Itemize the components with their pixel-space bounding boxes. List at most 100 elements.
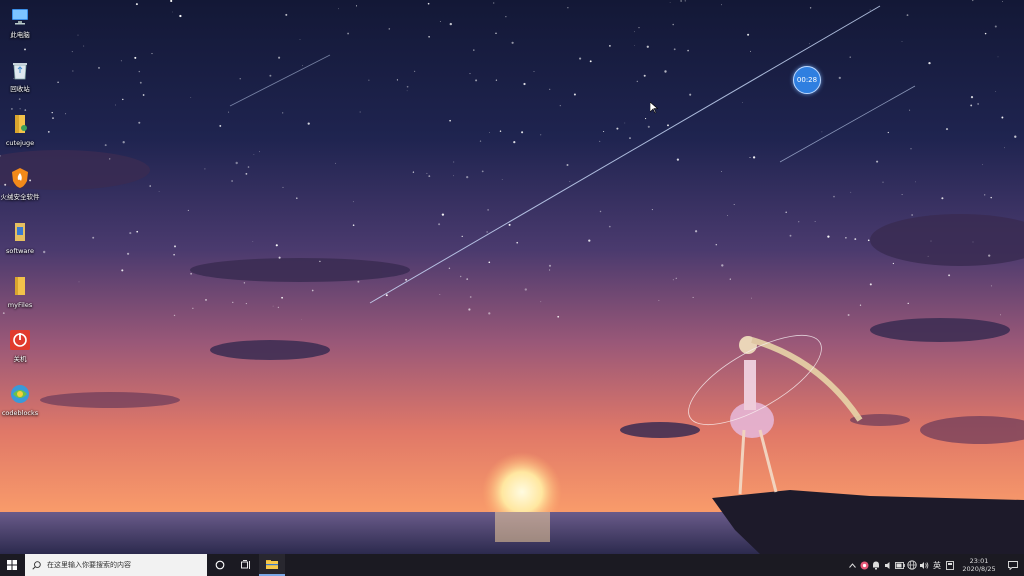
star <box>849 56 851 58</box>
star <box>854 238 857 241</box>
star <box>540 134 542 136</box>
star <box>448 267 451 270</box>
star <box>814 221 816 222</box>
desktop-icon-software[interactable]: software <box>0 220 40 268</box>
star <box>729 278 731 280</box>
star <box>733 203 735 206</box>
star <box>453 161 455 163</box>
star <box>461 235 463 237</box>
star <box>412 171 415 173</box>
star <box>838 76 841 80</box>
star <box>513 141 516 144</box>
star <box>634 45 635 46</box>
star <box>636 80 638 83</box>
star <box>71 51 73 53</box>
star <box>1004 147 1006 149</box>
shutdown-icon <box>9 328 31 352</box>
star <box>909 109 911 111</box>
tray-volume-button[interactable] <box>882 554 894 576</box>
recycle-bin-icon <box>9 58 31 82</box>
star <box>368 79 370 81</box>
star <box>173 253 175 256</box>
ime-mode-button[interactable] <box>944 554 956 576</box>
tray-speaker-button[interactable] <box>918 554 930 576</box>
tray-app-button[interactable] <box>858 554 870 576</box>
star <box>460 275 462 278</box>
floating-timer-widget[interactable]: 00:28 <box>793 66 821 94</box>
cortana-button[interactable] <box>207 554 233 576</box>
star <box>984 194 986 196</box>
star <box>499 130 502 132</box>
desktop-icon-cutejuge[interactable]: cutejuge <box>0 112 40 160</box>
show-hidden-icons-button[interactable] <box>846 554 858 576</box>
network-icon <box>907 560 917 570</box>
star <box>827 235 830 238</box>
star <box>588 239 591 242</box>
star <box>567 7 569 9</box>
star <box>83 45 85 47</box>
star <box>721 264 724 267</box>
huorong-security-icon <box>9 166 31 190</box>
desktop-icon-huorong[interactable]: 火绒安全软件 <box>0 166 40 214</box>
star <box>928 61 931 65</box>
star <box>941 197 944 200</box>
tray-battery-button[interactable] <box>894 554 906 576</box>
star <box>285 13 288 16</box>
star <box>245 172 248 175</box>
star <box>205 299 207 301</box>
desktop-icon-myfiles[interactable]: myFiles <box>0 274 40 322</box>
star <box>629 137 631 139</box>
desktop-icon-this-pc[interactable]: 此电脑 <box>0 4 40 52</box>
task-view-icon <box>240 560 250 569</box>
star <box>689 93 692 96</box>
star <box>51 111 53 114</box>
star <box>847 314 850 316</box>
system-tray: 英 23:01 2020/8/25 <box>846 554 1024 576</box>
star <box>566 164 569 166</box>
star <box>439 21 441 22</box>
star <box>487 209 489 211</box>
desktop-icon-label: myFiles <box>7 301 33 309</box>
file-explorer-taskbar-button[interactable] <box>259 554 285 576</box>
start-button[interactable] <box>0 554 24 576</box>
star <box>173 314 176 317</box>
star <box>645 118 647 120</box>
star <box>505 16 507 18</box>
star <box>511 41 514 44</box>
star <box>850 191 852 193</box>
mouse-cursor-icon <box>650 102 658 114</box>
star <box>479 140 482 142</box>
task-view-button[interactable] <box>233 554 259 576</box>
star <box>43 250 46 254</box>
star <box>172 11 174 13</box>
desktop-icon-recycle-bin[interactable]: 回收站 <box>0 58 40 106</box>
star <box>115 104 116 106</box>
star <box>540 301 542 303</box>
tray-network-button[interactable] <box>906 554 918 576</box>
star <box>486 231 488 233</box>
star <box>548 264 552 267</box>
star <box>142 94 145 96</box>
taskbar-search-box[interactable]: 在这里输入你要搜索的内容 <box>25 554 207 576</box>
star <box>192 307 194 309</box>
action-center-button[interactable] <box>1002 554 1024 576</box>
star <box>347 32 350 35</box>
taskbar-clock[interactable]: 23:01 2020/8/25 <box>956 557 1002 573</box>
star <box>488 261 491 264</box>
tray-notification-button[interactable] <box>870 554 882 576</box>
star <box>667 124 669 127</box>
star <box>533 71 535 72</box>
star <box>945 128 949 131</box>
ime-language-button[interactable]: 英 <box>930 554 944 576</box>
star <box>138 70 141 73</box>
desktop-icon-codeblocks[interactable]: codeblocks <box>0 382 40 430</box>
star <box>493 2 495 4</box>
star <box>190 273 192 275</box>
star <box>72 70 74 72</box>
taskbar: 在这里输入你要搜索的内容 英 23:01 2020/8/25 <box>0 554 1024 576</box>
star <box>970 96 974 99</box>
star <box>357 280 360 283</box>
star <box>388 28 391 30</box>
star <box>749 156 751 159</box>
desktop-icon-shutdown[interactable]: 关机 <box>0 328 40 376</box>
